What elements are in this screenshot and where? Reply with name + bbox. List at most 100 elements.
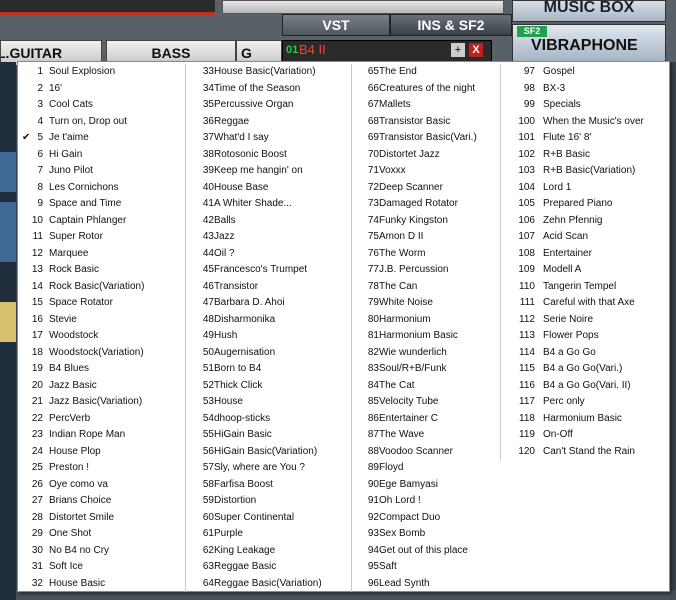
menu-item[interactable]: 73 Damaged Rotator (352, 196, 518, 213)
menu-item[interactable]: 113 Flower Pops (501, 328, 669, 345)
menu-item[interactable]: 75 Amon D II (352, 229, 518, 246)
menu-item[interactable]: 57 Sly, where are You ? (186, 460, 352, 477)
menu-item[interactable]: 21 Jazz Basic(Variation) (18, 394, 184, 411)
menu-item[interactable]: 101 Flute 16' 8' (501, 130, 669, 147)
menu-item[interactable]: 11 Super Rotor (18, 229, 184, 246)
menu-item[interactable]: 45 Francesco's Trumpet (186, 262, 352, 279)
menu-item[interactable]: 25 Preston ! (18, 460, 184, 477)
menu-item[interactable]: 91 Oh Lord ! (352, 493, 518, 510)
menu-item[interactable]: 72 Deep Scanner (352, 180, 518, 197)
menu-item[interactable]: 17 Woodstock (18, 328, 184, 345)
menu-item[interactable]: 82 Wie wunderlich (352, 345, 518, 362)
menu-item[interactable]: 68 Transistor Basic (352, 114, 518, 131)
menu-item[interactable]: 36 Reggae (186, 114, 352, 131)
menu-item[interactable]: 83 Soul/R+B/Funk (352, 361, 518, 378)
menu-item[interactable]: 10 Captain Phlanger (18, 213, 184, 230)
menu-item[interactable]: 100 When the Music's over (501, 114, 669, 131)
menu-item[interactable]: 103 R+B Basic(Variation) (501, 163, 669, 180)
menu-item[interactable]: 70 Distortet Jazz (352, 147, 518, 164)
menu-item[interactable]: 2 16' (18, 81, 184, 98)
menu-item[interactable]: 4 Turn on, Drop out (18, 114, 184, 131)
menu-item[interactable]: 104 Lord 1 (501, 180, 669, 197)
menu-item[interactable]: 37 What'd I say (186, 130, 352, 147)
menu-item[interactable]: 7 Juno Pilot (18, 163, 184, 180)
menu-item[interactable]: 115 B4 a Go Go(Vari.) (501, 361, 669, 378)
menu-item[interactable]: 71 Voxxx (352, 163, 518, 180)
menu-item[interactable]: 39 Keep me hangin' on (186, 163, 352, 180)
menu-item[interactable]: 3 Cool Cats (18, 97, 184, 114)
menu-item[interactable]: 51 Born to B4 (186, 361, 352, 378)
menu-item[interactable]: 74 Funky Kingston (352, 213, 518, 230)
menu-item[interactable]: 28 Distortet Smile (18, 510, 184, 527)
menu-item[interactable]: 29 One Shot (18, 526, 184, 543)
menu-item[interactable]: 55 HiGain Basic (186, 427, 352, 444)
menu-item[interactable]: 112 Serie Noire (501, 312, 669, 329)
menu-item[interactable]: 60 Super Continental (186, 510, 352, 527)
menu-item[interactable]: 44 Oil ? (186, 246, 352, 263)
menu-item[interactable]: 120 Can't Stand the Rain (501, 444, 669, 461)
menu-item[interactable]: 89 Floyd (352, 460, 518, 477)
menu-item[interactable]: ✔ 5 Je t'aime (18, 130, 184, 147)
music-box-button[interactable]: MUSIC BOX (512, 0, 666, 22)
menu-item[interactable]: 78 The Can (352, 279, 518, 296)
current-sound-panel[interactable]: SF2 VIBRAPHONE (512, 24, 666, 62)
menu-item[interactable]: 47 Barbara D. Ahoi (186, 295, 352, 312)
menu-item[interactable]: 52 Thick Click (186, 378, 352, 395)
menu-item[interactable]: 80 Harmonium (352, 312, 518, 329)
menu-item[interactable]: 42 Balls (186, 213, 352, 230)
menu-item[interactable]: 48 Disharmonika (186, 312, 352, 329)
remove-slot-button[interactable]: X (469, 43, 483, 57)
menu-item[interactable]: 13 Rock Basic (18, 262, 184, 279)
menu-item[interactable]: 16 Stevie (18, 312, 184, 329)
menu-item[interactable]: 20 Jazz Basic (18, 378, 184, 395)
menu-item[interactable]: 87 The Wave (352, 427, 518, 444)
menu-item[interactable]: 92 Compact Duo (352, 510, 518, 527)
menu-item[interactable]: 59 Distortion (186, 493, 352, 510)
menu-item[interactable]: 93 Sex Bomb (352, 526, 518, 543)
add-slot-button[interactable]: + (451, 43, 465, 57)
menu-item[interactable]: 118 Harmonium Basic (501, 411, 669, 428)
menu-item[interactable]: 90 Ege Bamyasi (352, 477, 518, 494)
menu-item[interactable]: 105 Prepared Piano (501, 196, 669, 213)
menu-item[interactable]: 66 Creatures of the night (352, 81, 518, 98)
menu-item[interactable]: 63 Reggae Basic (186, 559, 352, 576)
menu-item[interactable]: 31 Soft Ice (18, 559, 184, 576)
menu-item[interactable]: 117 Perc only (501, 394, 669, 411)
menu-item[interactable]: 50 Augernisation (186, 345, 352, 362)
menu-item[interactable]: 38 Rotosonic Boost (186, 147, 352, 164)
menu-item[interactable]: 108 Entertainer (501, 246, 669, 263)
instrument-slot[interactable]: 01 B4 II + X (282, 40, 492, 62)
menu-item[interactable]: 9 Space and Time (18, 196, 184, 213)
menu-item[interactable]: 46 Transistor (186, 279, 352, 296)
menu-item[interactable]: 77 J.B. Percussion (352, 262, 518, 279)
menu-item[interactable]: 54 dhoop-sticks (186, 411, 352, 428)
menu-item[interactable]: 116 B4 a Go Go(Vari. II) (501, 378, 669, 395)
menu-item[interactable]: 12 Marquee (18, 246, 184, 263)
menu-item[interactable]: 106 Zehn Pfennig (501, 213, 669, 230)
tab-vst[interactable]: VST (282, 14, 390, 36)
menu-item[interactable]: 98 BX-3 (501, 81, 669, 98)
menu-item[interactable]: 53 House (186, 394, 352, 411)
menu-item[interactable]: 19 B4 Blues (18, 361, 184, 378)
menu-item[interactable]: 81 Harmonium Basic (352, 328, 518, 345)
menu-item[interactable]: 97 Gospel (501, 64, 669, 81)
menu-item[interactable]: 49 Hush (186, 328, 352, 345)
menu-item[interactable]: 35 Percussive Organ (186, 97, 352, 114)
menu-item[interactable]: 30 No B4 no Cry (18, 543, 184, 560)
menu-item[interactable]: 41 A Whiter Shade... (186, 196, 352, 213)
menu-item[interactable]: 15 Space Rotator (18, 295, 184, 312)
menu-item[interactable]: 64 Reggae Basic(Variation) (186, 576, 352, 593)
menu-item[interactable]: 61 Purple (186, 526, 352, 543)
menu-item[interactable]: 14 Rock Basic(Variation) (18, 279, 184, 296)
menu-item[interactable]: 6 Hi Gain (18, 147, 184, 164)
menu-item[interactable]: 94 Get out of this place (352, 543, 518, 560)
menu-item[interactable]: 23 Indian Rope Man (18, 427, 184, 444)
menu-item[interactable]: 69 Transistor Basic(Vari.) (352, 130, 518, 147)
menu-item[interactable]: 119 On-Off (501, 427, 669, 444)
menu-item[interactable]: 22 PercVerb (18, 411, 184, 428)
menu-item[interactable]: 26 Oye como va (18, 477, 184, 494)
menu-item[interactable]: 88 Voodoo Scanner (352, 444, 518, 461)
menu-item[interactable]: 99 Specials (501, 97, 669, 114)
top-bar-button[interactable] (222, 0, 504, 14)
menu-item[interactable]: 32 House Basic (18, 576, 184, 593)
